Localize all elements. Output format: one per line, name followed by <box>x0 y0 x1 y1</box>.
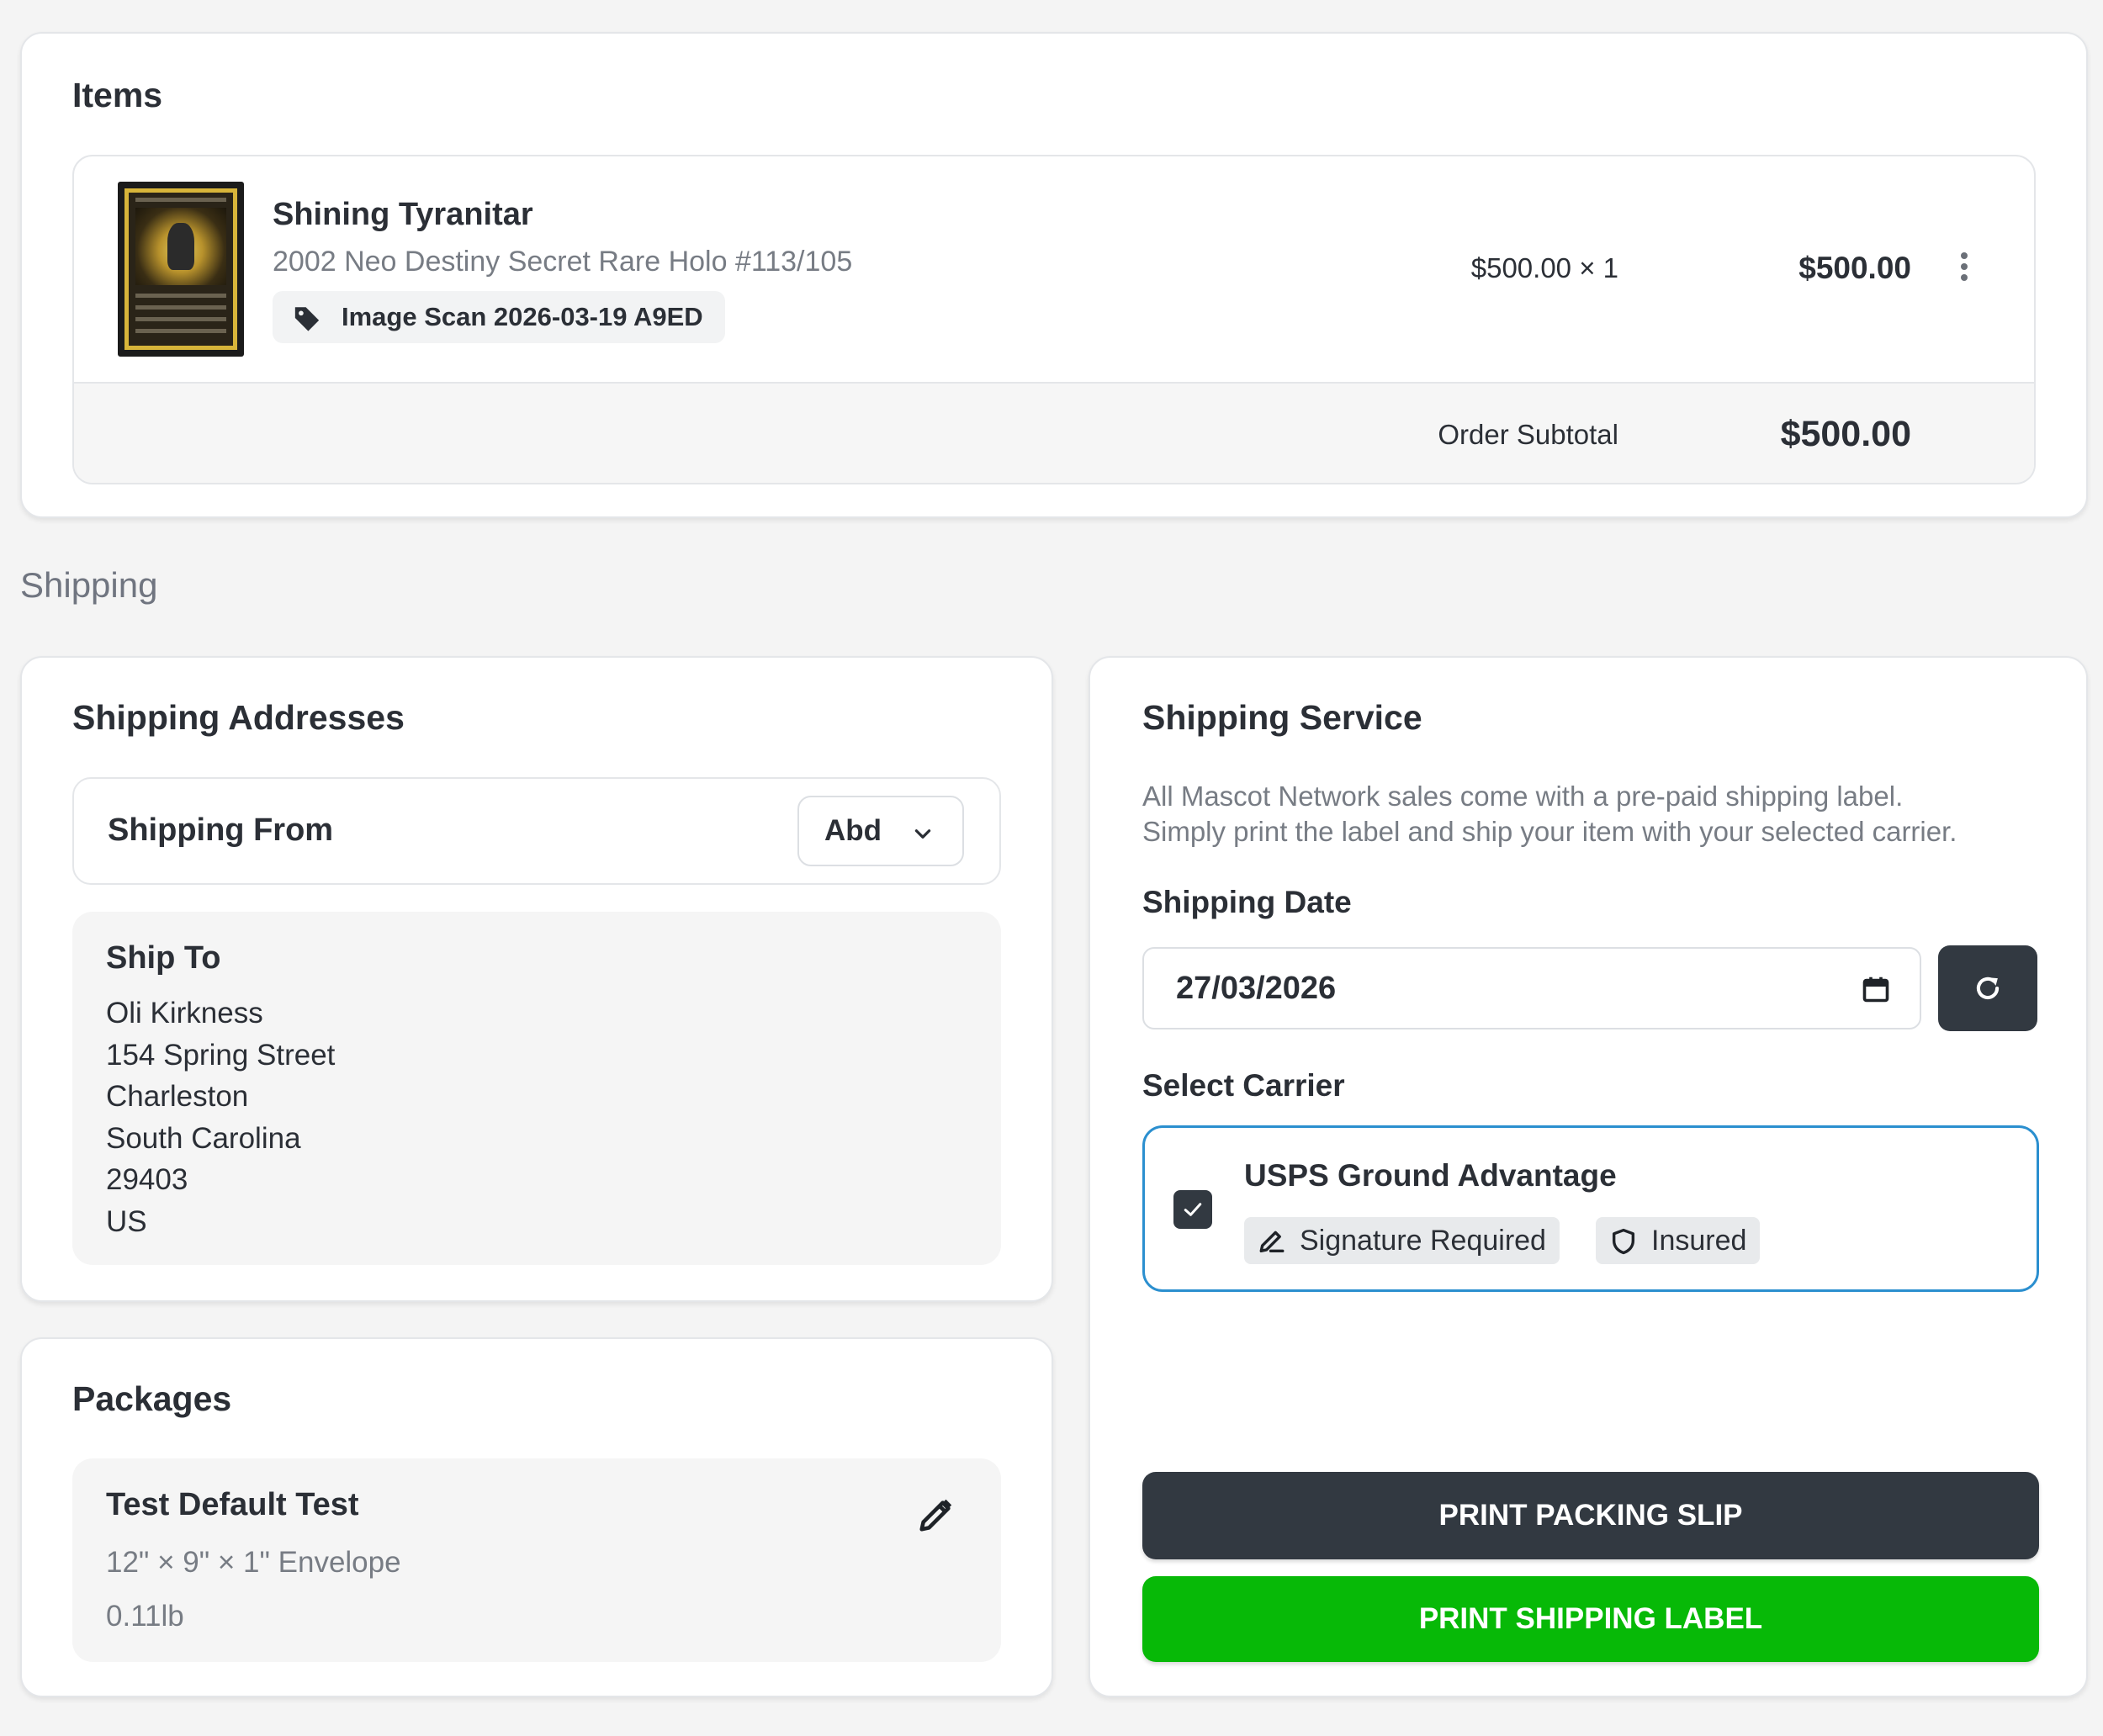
address-line: US <box>106 1204 147 1238</box>
order-subtotal-row: Order Subtotal $500.00 <box>74 382 2034 483</box>
ship-to-title: Ship To <box>106 940 221 976</box>
carrier-name: USPS Ground Advantage <box>1244 1158 1617 1193</box>
shipping-from-row: Shipping From Abd <box>72 777 1001 885</box>
chevron-down-icon <box>914 829 931 839</box>
print-packing-slip-button[interactable]: PRINT PACKING SLIP <box>1142 1472 2039 1559</box>
description-line-1: All Mascot Network sales come with a pre… <box>1142 781 1904 812</box>
item-total: $500.00 <box>1798 251 1911 285</box>
carrier-checkbox[interactable] <box>1173 1190 1212 1229</box>
items-title: Items <box>72 76 163 114</box>
pencil-icon[interactable] <box>917 1495 956 1534</box>
refresh-icon <box>1976 977 2000 1000</box>
print-shipping-label-button[interactable]: PRINT SHIPPING LABEL <box>1142 1576 2039 1662</box>
calendar-icon[interactable] <box>1861 974 1891 1004</box>
signature-required-label: Signature Required <box>1300 1225 1546 1257</box>
ship-to-box: Ship To Oli Kirkness 154 Spring Street C… <box>72 912 1001 1265</box>
package-dimensions: 12" × 9" × 1" Envelope <box>106 1546 401 1579</box>
subtotal-value: $500.00 <box>1780 414 1911 454</box>
signature-required-badge: Signature Required <box>1244 1217 1560 1264</box>
signature-icon <box>1259 1231 1285 1253</box>
shipping-service-description: All Mascot Network sales come with a pre… <box>1142 779 2051 849</box>
package-name: Test Default Test <box>106 1487 359 1522</box>
shipping-addresses-title: Shipping Addresses <box>72 698 405 737</box>
address-line: Oli Kirkness <box>106 997 263 1029</box>
subtotal-label: Order Subtotal <box>1438 419 1618 450</box>
shipping-date-input[interactable]: 27/03/2026 <box>1142 947 1921 1029</box>
insured-badge: Insured <box>1596 1217 1761 1264</box>
product-thumbnail[interactable] <box>118 182 244 357</box>
packages-card: Packages Test Default Test 12" × 9" × 1"… <box>20 1337 1053 1697</box>
product-subtitle: 2002 Neo Destiny Secret Rare Holo #113/1… <box>273 246 853 278</box>
product-name[interactable]: Shining Tyranitar <box>273 197 533 233</box>
kebab-menu-icon[interactable] <box>1952 249 1977 286</box>
shipping-addresses-card: Shipping Addresses Shipping From Abd Shi… <box>20 656 1053 1302</box>
shipping-from-label: Shipping From <box>108 812 334 848</box>
address-line: 154 Spring Street <box>106 1038 336 1072</box>
checkmark-icon <box>1184 1203 1202 1216</box>
address-line: Charleston <box>106 1080 249 1113</box>
ship-to-address: Oli Kirkness 154 Spring Street Charlesto… <box>106 992 335 1242</box>
shipping-from-select[interactable]: Abd <box>797 796 964 866</box>
description-line-2: Simply print the label and ship your ite… <box>1142 816 1957 847</box>
shipping-section-heading: Shipping <box>20 565 158 605</box>
shipping-service-card: Shipping Service All Mascot Network sale… <box>1089 656 2088 1697</box>
packages-title: Packages <box>72 1379 232 1418</box>
refresh-date-button[interactable] <box>1938 945 2037 1031</box>
shipping-date-label: Shipping Date <box>1142 885 1352 919</box>
shipping-date-value: 27/03/2026 <box>1176 971 1337 1006</box>
item-row: Shining Tyranitar 2002 Neo Destiny Secre… <box>74 156 2034 382</box>
shipping-from-value: Abd <box>824 814 882 847</box>
shipping-service-title: Shipping Service <box>1142 698 1422 737</box>
product-tag: Image Scan 2026-03-19 A9ED <box>273 291 725 343</box>
carrier-option-usps[interactable]: USPS Ground Advantage Signature Required… <box>1142 1125 2039 1292</box>
item-list: Shining Tyranitar 2002 Neo Destiny Secre… <box>72 155 2036 484</box>
package-item: Test Default Test 12" × 9" × 1" Envelope… <box>72 1458 1001 1662</box>
insured-label: Insured <box>1651 1225 1747 1257</box>
select-carrier-label: Select Carrier <box>1142 1068 1345 1103</box>
item-price-quantity: $500.00 × 1 <box>1470 252 1618 283</box>
address-line: 29403 <box>106 1163 188 1196</box>
shield-icon <box>1612 1228 1635 1255</box>
address-line: South Carolina <box>106 1121 301 1155</box>
tag-icon <box>294 307 320 331</box>
items-card: Items Shining Tyranitar 2002 Neo Destiny… <box>20 32 2088 518</box>
product-tag-label: Image Scan 2026-03-19 A9ED <box>342 302 703 331</box>
package-weight: 0.11lb <box>106 1600 184 1633</box>
